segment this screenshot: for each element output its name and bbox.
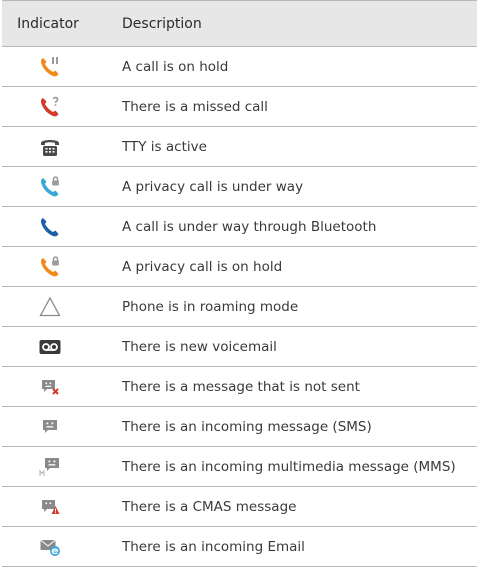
description-column-header: Description bbox=[108, 0, 477, 47]
table-row: There is new voicemail bbox=[2, 326, 477, 367]
indicator-cell bbox=[2, 486, 108, 527]
indicator-table: Indicator Description A call is on hold bbox=[2, 0, 477, 567]
table-row: A call is on hold bbox=[2, 46, 477, 87]
description-cell: A call is under way through Bluetooth bbox=[108, 206, 477, 247]
indicator-cell bbox=[2, 286, 108, 327]
table-row: There is an incoming Email bbox=[2, 526, 477, 567]
indicator-cell bbox=[2, 46, 108, 87]
indicator-cell bbox=[2, 446, 108, 487]
table-row: Phone is in roaming mode bbox=[2, 286, 477, 327]
table-row: A privacy call is under way bbox=[2, 166, 477, 207]
missed-call-icon bbox=[41, 96, 59, 116]
description-cell: There is an incoming multimedia message … bbox=[108, 446, 477, 487]
sms-icon bbox=[43, 419, 57, 433]
call-on-hold-icon bbox=[41, 56, 59, 76]
description-cell: A privacy call is on hold bbox=[108, 246, 477, 287]
voicemail-icon bbox=[39, 339, 61, 354]
mms-icon bbox=[39, 457, 59, 476]
indicator-cell bbox=[2, 526, 108, 567]
table-row: There is an incoming message (SMS) bbox=[2, 406, 477, 447]
description-cell: There is a message that is not sent bbox=[108, 366, 477, 407]
indicator-cell bbox=[2, 166, 108, 207]
description-cell: There is new voicemail bbox=[108, 326, 477, 367]
privacy-call-on-hold-icon bbox=[41, 255, 59, 276]
table-row: TTY is active bbox=[2, 126, 477, 167]
table-row: There is a CMAS message bbox=[2, 486, 477, 527]
description-cell: There is a missed call bbox=[108, 86, 477, 127]
description-cell: There is an incoming Email bbox=[108, 526, 477, 567]
tty-icon bbox=[41, 139, 59, 156]
table-row: There is a message that is not sent bbox=[2, 366, 477, 407]
description-cell: There is a CMAS message bbox=[108, 486, 477, 527]
indicator-cell bbox=[2, 126, 108, 167]
indicator-cell bbox=[2, 86, 108, 127]
table-row: There is a missed call bbox=[2, 86, 477, 127]
cmas-icon bbox=[42, 499, 60, 514]
email-icon bbox=[40, 539, 60, 556]
description-cell: A privacy call is under way bbox=[108, 166, 477, 207]
table-row: A call is under way through Bluetooth bbox=[2, 206, 477, 247]
description-cell: Phone is in roaming mode bbox=[108, 286, 477, 327]
indicator-column-header: Indicator bbox=[2, 0, 108, 47]
indicator-cell bbox=[2, 366, 108, 407]
description-cell: TTY is active bbox=[108, 126, 477, 167]
privacy-call-icon bbox=[41, 175, 59, 196]
message-not-sent-icon bbox=[42, 379, 59, 395]
table-row: There is an incoming multimedia message … bbox=[2, 446, 477, 487]
indicator-cell bbox=[2, 326, 108, 367]
indicator-cell bbox=[2, 406, 108, 447]
description-cell: A call is on hold bbox=[108, 46, 477, 87]
indicator-cell bbox=[2, 246, 108, 287]
table-header-row: Indicator Description bbox=[2, 0, 477, 47]
table-row: A privacy call is on hold bbox=[2, 246, 477, 287]
description-cell: There is an incoming message (SMS) bbox=[108, 406, 477, 447]
bluetooth-call-icon bbox=[41, 217, 59, 236]
indicator-cell bbox=[2, 206, 108, 247]
roaming-icon bbox=[39, 296, 61, 316]
